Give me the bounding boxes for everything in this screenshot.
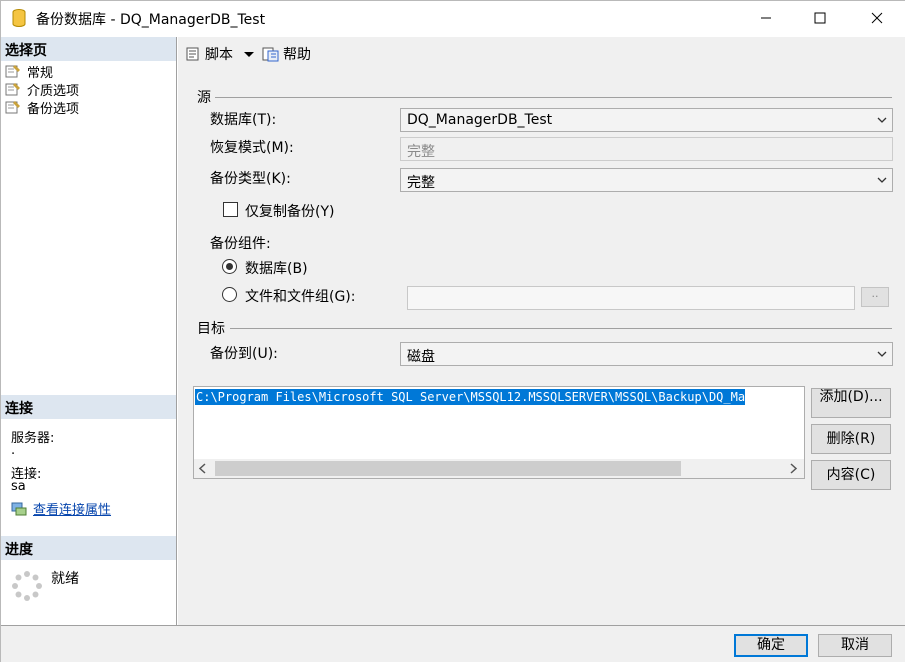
nav-item-general[interactable]: 常规 bbox=[5, 61, 54, 81]
script-button[interactable]: 脚本 bbox=[184, 44, 255, 64]
database-label: 数据库(T): bbox=[210, 112, 277, 128]
backup-destination-list[interactable]: C:\Program Files\Microsoft SQL Server\MS… bbox=[193, 386, 805, 479]
backup-type-value: 完整 bbox=[407, 175, 435, 191]
chevron-down-icon bbox=[877, 351, 887, 357]
close-button[interactable] bbox=[854, 1, 900, 35]
help-label: 帮助 bbox=[283, 47, 311, 63]
page-wrench-icon bbox=[5, 65, 20, 78]
connection-value: sa bbox=[11, 479, 26, 494]
backup-to-label: 备份到(U): bbox=[210, 346, 278, 362]
close-icon bbox=[871, 12, 883, 24]
database-value: DQ_ManagerDB_Test bbox=[407, 112, 553, 128]
database-select[interactable]: DQ_ManagerDB_Test bbox=[400, 108, 893, 132]
component-files-label: 文件和文件组(G): bbox=[245, 289, 356, 305]
left-panel: 选择页 常规 介质选项 备份选项 连接 服务器: . 连接: sa 查看连接属性… bbox=[1, 37, 177, 625]
connection-header: 连接 bbox=[1, 395, 176, 419]
minimize-icon bbox=[761, 17, 771, 19]
nav-item-backup-options[interactable]: 备份选项 bbox=[5, 98, 80, 117]
add-button[interactable]: 添加(D)... bbox=[811, 388, 891, 418]
help-icon bbox=[262, 47, 279, 62]
view-properties-link[interactable]: 查看连接属性 bbox=[33, 499, 111, 518]
copy-only-checkbox[interactable] bbox=[223, 202, 238, 217]
recovery-model-value: 完整 bbox=[407, 144, 435, 160]
nav-item-label: 常规 bbox=[27, 61, 54, 81]
filegroup-input bbox=[407, 286, 855, 310]
radio-selected-dot bbox=[226, 263, 233, 270]
script-icon bbox=[186, 47, 199, 61]
recovery-model-label: 恢复模式(M): bbox=[210, 140, 294, 156]
scroll-left-icon[interactable] bbox=[198, 463, 208, 474]
server-label: 服务器: bbox=[11, 431, 55, 446]
destination-divider bbox=[230, 328, 892, 329]
cancel-button[interactable]: 取消 bbox=[818, 634, 892, 657]
horizontal-scrollbar[interactable] bbox=[194, 459, 804, 478]
database-icon bbox=[12, 9, 26, 27]
filegroup-browse-button: ·· bbox=[861, 287, 889, 307]
page-wrench-icon bbox=[5, 101, 20, 114]
scrollbar-thumb[interactable] bbox=[215, 461, 681, 476]
source-divider bbox=[215, 97, 892, 98]
window-title: 备份数据库 - DQ_ManagerDB_Test bbox=[36, 12, 266, 28]
toolbar: 脚本 帮助 bbox=[178, 37, 905, 69]
copy-only-label: 仅复制备份(Y) bbox=[245, 204, 335, 220]
page-wrench-icon bbox=[5, 83, 20, 96]
destination-group-label: 目标 bbox=[197, 321, 225, 337]
title-bar: 备份数据库 - DQ_ManagerDB_Test bbox=[1, 1, 905, 37]
ok-button[interactable]: 确定 bbox=[734, 634, 808, 657]
progress-spinner-icon bbox=[12, 571, 42, 601]
chevron-down-icon bbox=[244, 52, 254, 57]
nav-item-label: 介质选项 bbox=[27, 83, 80, 99]
progress-status: 就绪 bbox=[51, 571, 79, 587]
component-database-radio[interactable] bbox=[222, 259, 237, 274]
scroll-right-icon[interactable] bbox=[788, 463, 798, 474]
chevron-down-icon bbox=[877, 117, 887, 123]
component-files-radio[interactable] bbox=[222, 287, 237, 302]
list-item[interactable]: C:\Program Files\Microsoft SQL Server\MS… bbox=[195, 389, 746, 405]
source-group-label: 源 bbox=[197, 90, 211, 106]
backup-type-select[interactable]: 完整 bbox=[400, 168, 893, 192]
nav-item-media-options[interactable]: 介质选项 bbox=[5, 80, 80, 99]
backup-to-select[interactable]: 磁盘 bbox=[400, 342, 893, 366]
remove-button[interactable]: 删除(R) bbox=[811, 424, 891, 454]
view-connection-properties[interactable]: 查看连接属性 bbox=[11, 499, 111, 518]
backup-database-window: 备份数据库 - DQ_ManagerDB_Test 选择页 常规 介质选项 备份… bbox=[0, 0, 905, 662]
nav-item-label: 备份选项 bbox=[27, 101, 80, 117]
connection-properties-icon bbox=[11, 502, 27, 515]
help-button[interactable]: 帮助 bbox=[262, 44, 311, 64]
progress-header: 进度 bbox=[1, 536, 176, 560]
minimize-button[interactable] bbox=[743, 1, 789, 35]
maximize-button[interactable] bbox=[797, 1, 843, 35]
backup-to-value: 磁盘 bbox=[407, 349, 435, 365]
script-label: 脚本 bbox=[205, 47, 233, 63]
contents-button[interactable]: 内容(C) bbox=[811, 460, 891, 490]
maximize-icon bbox=[814, 12, 826, 24]
chevron-down-icon bbox=[877, 177, 887, 183]
backup-type-label: 备份类型(K): bbox=[210, 171, 291, 187]
component-database-label: 数据库(B) bbox=[245, 261, 308, 277]
backup-component-label: 备份组件: bbox=[210, 236, 271, 252]
select-page-header: 选择页 bbox=[1, 37, 176, 61]
server-value: . bbox=[11, 443, 16, 458]
recovery-model-field: 完整 bbox=[400, 137, 893, 161]
